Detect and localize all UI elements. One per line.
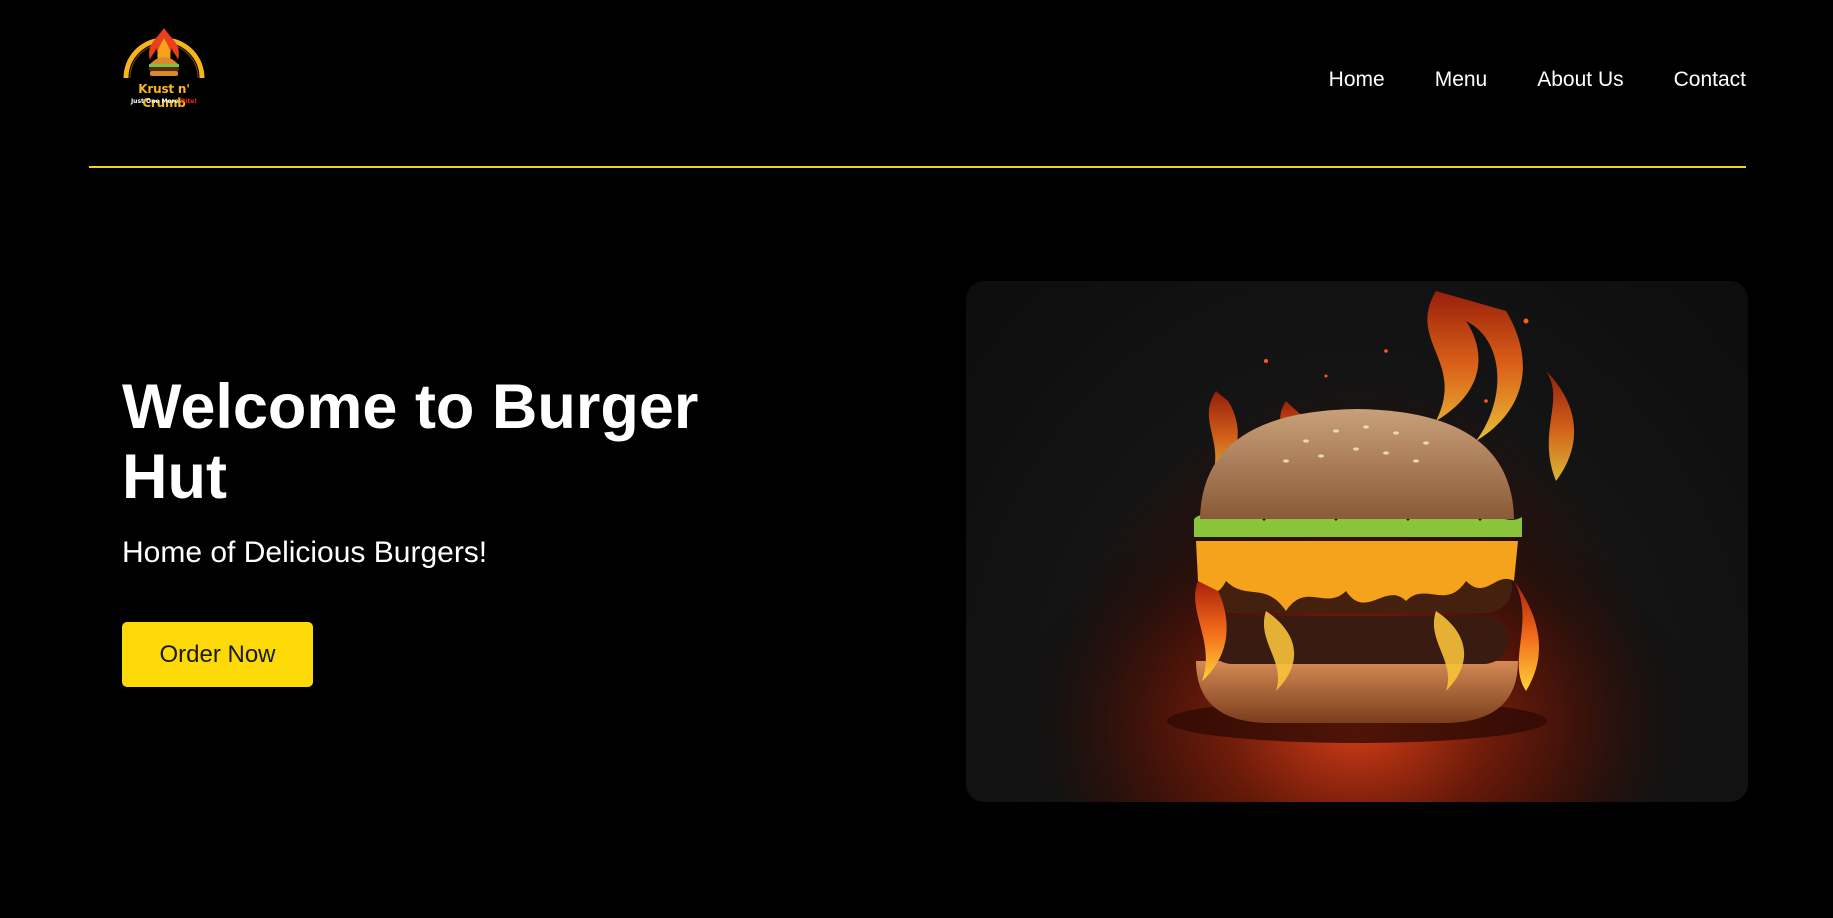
order-now-button[interactable]: Order Now [122, 622, 313, 687]
site-header: Krust n' Crumb Just One More Bite! Home … [89, 0, 1746, 168]
flaming-burger-image [966, 281, 1748, 802]
hero-burger-image [966, 281, 1748, 802]
logo-name: Krust n' Crumb [138, 82, 190, 110]
hero-subtitle: Home of Delicious Burgers! [122, 536, 488, 569]
hero-title: Welcome to Burger Hut [122, 372, 699, 512]
hero-text: Welcome to Burger Hut Home of Delicious … [122, 372, 762, 571]
nav-about-us-link[interactable]: About Us [1537, 68, 1623, 92]
logo-tagline-accent: Bite! [180, 98, 198, 105]
logo-tagline: Just One More Bite! [116, 98, 212, 105]
brand-logo[interactable]: Krust n' Crumb Just One More Bite! [116, 26, 212, 110]
page: Krust n' Crumb Just One More Bite! Home … [0, 0, 1833, 918]
nav-home-link[interactable]: Home [1329, 68, 1385, 92]
nav-contact-link[interactable]: Contact [1674, 68, 1746, 92]
flaming-burger-logo-icon [123, 28, 205, 79]
nav-menu-link[interactable]: Menu [1435, 68, 1488, 92]
main-nav: Home Menu About Us Contact [1329, 68, 1746, 92]
logo-tagline-text: Just One More [130, 98, 179, 105]
